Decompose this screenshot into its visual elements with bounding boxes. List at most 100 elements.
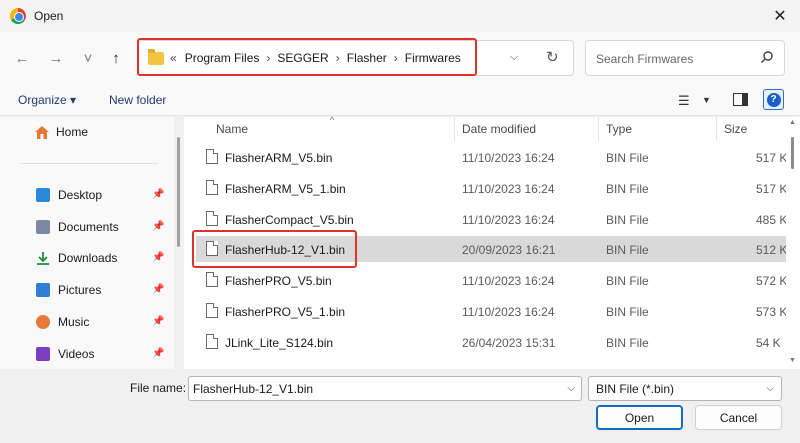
sidebar-item-pictures[interactable]: Pictures — [36, 280, 101, 300]
filetype-select[interactable]: BIN File (*.bin) ⌵ — [588, 376, 782, 401]
sidebar-item-desktop[interactable]: Desktop — [36, 185, 102, 205]
pin-icon[interactable]: 📌 — [152, 221, 164, 232]
filename-input[interactable]: FlasherHub-12_V1.bin ⌵ — [188, 376, 582, 401]
scroll-down-icon[interactable]: ▼ — [789, 357, 796, 364]
cancel-button-label: Cancel — [719, 410, 758, 425]
file-size: 512 K — [756, 243, 788, 257]
view-dropdown-icon[interactable]: ▼ — [702, 95, 711, 105]
file-type: BIN File — [606, 305, 649, 319]
sidebar-item-label: Home — [56, 125, 89, 139]
sidebar-item-label: Pictures — [58, 283, 102, 297]
file-icon — [206, 211, 218, 226]
file-name: FlasherARM_V5.bin — [225, 151, 333, 165]
chevron-down-icon[interactable]: ⌵ — [567, 383, 575, 394]
sidebar-item-label: Music — [58, 315, 90, 329]
filename-label: File name: — [130, 381, 187, 395]
pictures-icon — [36, 283, 50, 297]
file-type: BIN File — [606, 213, 649, 227]
file-date: 26/04/2023 15:31 — [462, 336, 556, 350]
sidebar-item-label: Documents — [58, 220, 119, 234]
view-options-icon[interactable]: ☰ — [678, 93, 690, 109]
file-icon — [206, 149, 218, 164]
address-dropdown-icon[interactable]: ⌵ — [510, 51, 518, 64]
column-header-name[interactable]: Name — [216, 117, 456, 141]
pin-icon[interactable]: 📌 — [152, 348, 164, 359]
pin-icon[interactable]: 📌 — [152, 189, 164, 200]
file-row[interactable]: FlasherARM_V5.bin 11/10/2023 16:24 BIN F… — [196, 144, 787, 170]
pin-icon[interactable]: 📌 — [152, 284, 164, 295]
file-date: 20/09/2023 16:21 — [462, 243, 556, 257]
pin-icon[interactable]: 📌 — [152, 316, 164, 327]
sidebar-item-music[interactable]: Music — [36, 312, 89, 332]
column-header-size[interactable]: Size — [724, 117, 784, 141]
back-arrow-icon: ← — [14, 49, 30, 67]
file-size: 485 K — [756, 213, 788, 227]
file-icon — [206, 272, 218, 287]
home-icon — [35, 125, 49, 139]
refresh-icon[interactable]: ↻ — [546, 48, 559, 66]
file-size: 573 K — [756, 305, 788, 319]
help-icon: ? — [766, 92, 781, 107]
column-header-label: Name — [216, 122, 249, 136]
sidebar-scrollbar[interactable] — [174, 117, 184, 369]
help-button[interactable]: ? — [763, 89, 784, 110]
file-date: 11/10/2023 16:24 — [462, 305, 555, 319]
search-placeholder: Search Firmwares — [596, 52, 694, 66]
file-row[interactable]: FlasherPRO_V5_1.bin 11/10/2023 16:24 BIN… — [196, 298, 788, 324]
sidebar-divider — [20, 163, 158, 164]
column-divider[interactable] — [598, 117, 599, 141]
chevron-down-icon: ˅ — [83, 49, 93, 67]
file-size: 54 K — [756, 336, 781, 350]
search-input[interactable]: Search Firmwares — [585, 40, 785, 76]
search-icon — [761, 51, 773, 63]
title-bar: Open ✕ — [0, 0, 800, 32]
close-button[interactable]: ✕ — [760, 0, 800, 32]
column-divider[interactable] — [454, 117, 455, 141]
preview-pane-icon[interactable] — [733, 93, 748, 106]
column-header-label: Size — [724, 122, 748, 136]
sidebar-item-videos[interactable]: Videos — [36, 344, 94, 364]
column-header-type[interactable]: Type — [606, 117, 706, 141]
music-icon — [36, 315, 50, 329]
videos-icon — [36, 347, 50, 361]
download-icon — [37, 252, 49, 265]
address-highlight-box — [137, 38, 477, 76]
column-divider[interactable] — [716, 117, 717, 141]
documents-icon — [36, 220, 50, 234]
file-date: 11/10/2023 16:24 — [462, 274, 555, 288]
sidebar-item-documents[interactable]: Documents — [36, 217, 119, 237]
scrollbar-thumb[interactable] — [177, 137, 180, 247]
column-header-date[interactable]: Date modified — [462, 117, 592, 141]
file-list-scrollbar[interactable]: ▲ ▼ — [786, 117, 800, 369]
organize-menu[interactable]: Organize ▾ — [18, 93, 76, 107]
open-button-label: Open — [624, 410, 655, 425]
file-name: JLink_Lite_S124.bin — [225, 336, 334, 350]
pin-icon[interactable]: 📌 — [152, 252, 164, 263]
file-name: FlasherARM_V5_1.bin — [225, 182, 346, 196]
file-row[interactable]: FlasherCompact_V5.bin 11/10/2023 16:24 B… — [196, 206, 788, 232]
file-type: BIN File — [606, 243, 649, 257]
file-date: 11/10/2023 16:24 — [462, 213, 555, 227]
new-folder-button[interactable]: New folder — [109, 93, 166, 107]
file-row[interactable]: FlasherARM_V5_1.bin 11/10/2023 16:24 BIN… — [196, 175, 787, 201]
navigation-bar: ← → ˅ ↑ « Program Files › SEGGER › Flash… — [0, 32, 800, 84]
cancel-button[interactable]: Cancel — [695, 405, 782, 430]
file-icon — [206, 303, 218, 318]
file-name: FlasherPRO_V5.bin — [225, 274, 332, 288]
scroll-up-icon[interactable]: ▲ — [789, 119, 796, 126]
file-type: BIN File — [606, 274, 649, 288]
recent-locations-button[interactable]: ˅ — [78, 48, 98, 68]
sidebar-item-home[interactable]: Home — [34, 122, 88, 142]
forward-button[interactable]: → — [46, 48, 66, 68]
file-row[interactable]: JLink_Lite_S124.bin 26/04/2023 15:31 BIN… — [196, 329, 786, 355]
sidebar-item-downloads[interactable]: Downloads — [36, 248, 117, 268]
file-row[interactable]: FlasherPRO_V5.bin 11/10/2023 16:24 BIN F… — [196, 267, 787, 293]
forward-arrow-icon: → — [48, 49, 64, 67]
filename-value: FlasherHub-12_V1.bin — [193, 382, 314, 396]
up-button[interactable]: ↑ — [106, 48, 126, 68]
back-button[interactable]: ← — [12, 48, 32, 68]
dialog-footer: File name: FlasherHub-12_V1.bin ⌵ BIN Fi… — [0, 369, 800, 443]
open-button[interactable]: Open — [596, 405, 683, 430]
scrollbar-thumb[interactable] — [791, 137, 794, 169]
desktop-icon — [36, 188, 50, 202]
